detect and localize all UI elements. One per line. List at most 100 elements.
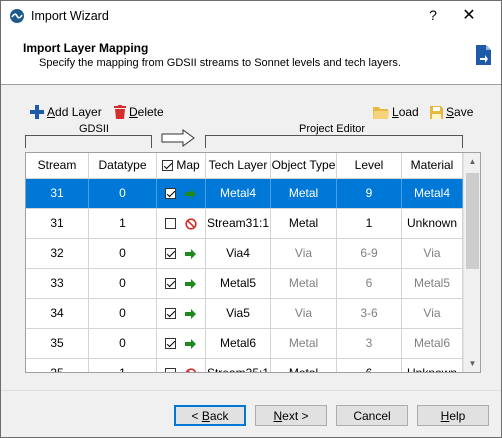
cell-tech-layer[interactable]: Metal6 bbox=[206, 329, 271, 358]
cell-datatype[interactable]: 0 bbox=[89, 179, 157, 208]
cell-level[interactable]: 6-9 bbox=[337, 239, 402, 268]
cell-map[interactable] bbox=[157, 359, 206, 372]
col-header-object-type[interactable]: Object Type bbox=[271, 153, 337, 178]
cell-object-type[interactable]: Metal bbox=[271, 209, 337, 238]
cell-map[interactable] bbox=[157, 299, 206, 328]
col-header-map-label: Map bbox=[176, 158, 200, 172]
cell-object-type[interactable]: Metal bbox=[271, 179, 337, 208]
no-map-icon bbox=[185, 367, 197, 372]
cell-tech-layer[interactable]: Via4 bbox=[206, 239, 271, 268]
cell-material[interactable]: Metal6 bbox=[402, 329, 463, 358]
cell-datatype[interactable]: 0 bbox=[89, 269, 157, 298]
cell-material[interactable]: Metal4 bbox=[402, 179, 463, 208]
vertical-scrollbar[interactable]: ▲ ▼ bbox=[463, 153, 480, 372]
cell-object-type[interactable]: Metal bbox=[271, 269, 337, 298]
table-row[interactable]: 33 0 Metal5 Metal 6 Metal5 bbox=[26, 269, 463, 299]
cell-level[interactable]: 6 bbox=[337, 269, 402, 298]
add-layer-button[interactable]: Add Layer bbox=[30, 102, 102, 122]
cell-material[interactable]: Metal5 bbox=[402, 269, 463, 298]
map-checkbox[interactable] bbox=[165, 368, 176, 372]
cell-object-type[interactable]: Via bbox=[271, 299, 337, 328]
col-header-stream[interactable]: Stream bbox=[26, 153, 89, 178]
help-label: elp bbox=[449, 409, 466, 423]
cell-stream[interactable]: 31 bbox=[26, 179, 89, 208]
cancel-button[interactable]: Cancel bbox=[336, 405, 408, 426]
save-icon bbox=[430, 105, 443, 119]
cell-object-type[interactable]: Via bbox=[271, 239, 337, 268]
cell-level[interactable]: 1 bbox=[337, 209, 402, 238]
help-button[interactable]: Help bbox=[417, 405, 489, 426]
back-button[interactable]: < Back bbox=[174, 405, 246, 426]
cell-tech-layer[interactable]: Metal5 bbox=[206, 269, 271, 298]
footer-divider bbox=[1, 390, 501, 391]
cell-material[interactable]: Via bbox=[402, 299, 463, 328]
delete-button[interactable]: Delete bbox=[114, 102, 164, 122]
col-header-datatype[interactable]: Datatype bbox=[89, 153, 157, 178]
cell-map[interactable] bbox=[157, 329, 206, 358]
col-header-material[interactable]: Material bbox=[402, 153, 463, 178]
cell-level[interactable]: 9 bbox=[337, 179, 402, 208]
map-all-checkbox[interactable] bbox=[162, 160, 174, 172]
scroll-up-arrow-icon[interactable]: ▲ bbox=[464, 153, 480, 170]
map-checkbox[interactable] bbox=[165, 188, 176, 199]
trash-icon bbox=[114, 105, 126, 119]
scroll-thumb[interactable] bbox=[466, 173, 479, 269]
cell-map[interactable] bbox=[157, 209, 206, 238]
map-checkbox[interactable] bbox=[165, 308, 176, 319]
cell-level[interactable]: 6 bbox=[337, 359, 402, 372]
page-title: Import Layer Mapping bbox=[23, 41, 149, 55]
add-layer-label: dd Layer bbox=[55, 105, 102, 119]
cell-map[interactable] bbox=[157, 239, 206, 268]
cell-tech-layer[interactable]: Via5 bbox=[206, 299, 271, 328]
cell-stream[interactable]: 34 bbox=[26, 299, 89, 328]
cell-datatype[interactable]: 1 bbox=[89, 359, 157, 372]
cell-datatype[interactable]: 0 bbox=[89, 329, 157, 358]
help-title-button[interactable]: ? bbox=[425, 7, 441, 25]
cell-stream[interactable]: 33 bbox=[26, 269, 89, 298]
col-header-level[interactable]: Level bbox=[337, 153, 402, 178]
scroll-down-arrow-icon[interactable]: ▼ bbox=[464, 355, 480, 372]
cell-stream[interactable]: 31 bbox=[26, 209, 89, 238]
table-row[interactable]: 34 0 Via5 Via 3-6 Via bbox=[26, 299, 463, 329]
cell-tech-layer[interactable]: Metal4 bbox=[206, 179, 271, 208]
cell-object-type[interactable]: Metal bbox=[271, 329, 337, 358]
cell-object-type[interactable]: Metal bbox=[271, 359, 337, 372]
col-header-tech-layer[interactable]: Tech Layer bbox=[206, 153, 271, 178]
cell-level[interactable]: 3 bbox=[337, 329, 402, 358]
cell-material[interactable]: Via bbox=[402, 239, 463, 268]
next-button[interactable]: Next > bbox=[255, 405, 327, 426]
cell-stream[interactable]: 35 bbox=[26, 359, 89, 372]
cell-level[interactable]: 3-6 bbox=[337, 299, 402, 328]
table-row[interactable]: 32 0 Via4 Via 6-9 Via bbox=[26, 239, 463, 269]
table-row[interactable]: 351 Stream35:1Metal6Unknown bbox=[26, 359, 463, 372]
map-checkbox[interactable] bbox=[165, 248, 176, 259]
cell-map[interactable] bbox=[157, 269, 206, 298]
cell-datatype[interactable]: 1 bbox=[89, 209, 157, 238]
right-arrow-icon bbox=[161, 129, 195, 150]
load-button[interactable]: Load bbox=[373, 102, 419, 122]
map-checkbox[interactable] bbox=[165, 218, 176, 229]
cell-material[interactable]: Unknown bbox=[402, 359, 463, 372]
plus-icon bbox=[30, 105, 44, 119]
cell-stream[interactable]: 35 bbox=[26, 329, 89, 358]
next-mnemonic: N bbox=[273, 409, 283, 423]
cell-tech-layer[interactable]: Stream31:1 bbox=[206, 209, 271, 238]
table-row[interactable]: 31 0 Metal4 Metal 9 Metal4 bbox=[26, 179, 463, 209]
close-button[interactable]: ✕ bbox=[459, 6, 479, 26]
map-arrow-icon bbox=[185, 278, 196, 289]
table-row[interactable]: 35 0 Metal6 Metal 3 Metal6 bbox=[26, 329, 463, 359]
cell-stream[interactable]: 32 bbox=[26, 239, 89, 268]
cell-datatype[interactable]: 0 bbox=[89, 299, 157, 328]
table-row[interactable]: 31 1 Stream31:1 Metal 1 Unknown bbox=[26, 209, 463, 239]
save-button[interactable]: Save bbox=[430, 102, 473, 122]
map-arrow-icon bbox=[185, 188, 196, 199]
col-header-map[interactable]: Map bbox=[157, 153, 206, 178]
map-checkbox[interactable] bbox=[165, 278, 176, 289]
cell-map[interactable] bbox=[157, 179, 206, 208]
cell-material[interactable]: Unknown bbox=[402, 209, 463, 238]
table-header: Stream Datatype Map Tech Layer Object Ty… bbox=[26, 153, 463, 179]
cell-datatype[interactable]: 0 bbox=[89, 239, 157, 268]
project-editor-group-label: Project Editor bbox=[299, 123, 366, 135]
cell-tech-layer[interactable]: Stream35:1 bbox=[206, 359, 271, 372]
map-checkbox[interactable] bbox=[165, 338, 176, 349]
